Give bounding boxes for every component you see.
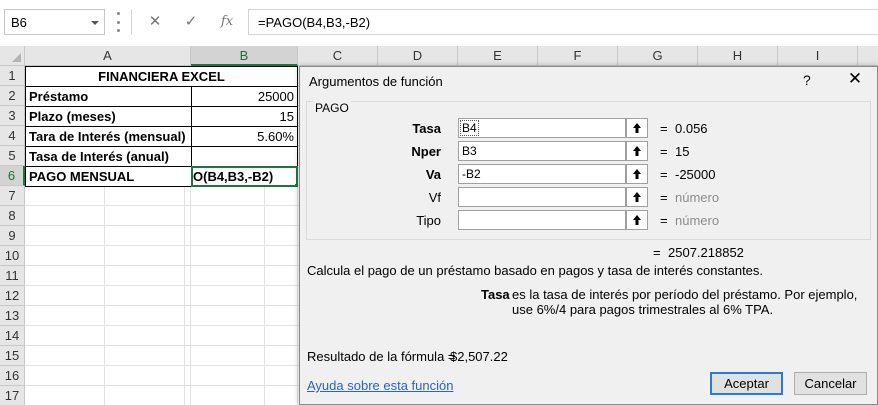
column-header-j[interactable] — [858, 46, 878, 66]
arg-label-tasa: Tasa — [412, 121, 441, 136]
row-header-2[interactable]: 2 — [0, 86, 25, 106]
arg-help-name: Tasa — [481, 287, 510, 302]
arg-result-tipo: número — [675, 213, 720, 228]
column-header-a[interactable]: A — [25, 46, 191, 66]
arguments-group: PAGO Tasa B4 = 0.056 Nper B3 = 15 Va -B2… — [306, 101, 871, 240]
value-cell-tasa-mensual[interactable]: 5.60% — [191, 126, 298, 147]
label-cell-pago-mensual[interactable]: PAGO MENSUAL — [25, 166, 192, 187]
arg-value-tasa: B4 — [460, 120, 479, 136]
column-header-e[interactable]: E — [458, 46, 538, 66]
row-header-9[interactable]: 9 — [0, 226, 25, 246]
collapse-dialog-icon[interactable] — [626, 210, 648, 230]
select-all-button[interactable] — [0, 46, 25, 66]
arg-input-tipo[interactable] — [458, 210, 626, 230]
collapse-dialog-icon[interactable] — [626, 164, 648, 184]
arg-label-nper: Nper — [411, 144, 441, 159]
row-header-17[interactable]: 17 — [0, 386, 25, 405]
chevron-down-icon[interactable] — [91, 21, 99, 25]
value-cell-prestamo[interactable]: 25000 — [191, 86, 298, 107]
cancel-button[interactable]: Cancelar — [794, 372, 867, 395]
row-header-5[interactable]: 5 — [0, 146, 25, 166]
row-header-7[interactable]: 7 — [0, 186, 25, 206]
arg-label-vf: Vf — [428, 190, 441, 205]
column-header-c[interactable]: C — [298, 46, 378, 66]
row-header-16[interactable]: 16 — [0, 366, 25, 386]
arg-label-va: Va — [425, 167, 441, 182]
help-link[interactable]: Ayuda sobre esta función — [307, 378, 453, 393]
arg-result-vf: número — [675, 190, 720, 205]
row-header-6[interactable]: 6 — [0, 166, 25, 186]
equals-sign: = — [660, 144, 668, 159]
formula-result-label: Resultado de la fórmula = — [307, 349, 456, 364]
equals-sign: = — [660, 213, 668, 228]
column-header-b[interactable]: B — [191, 46, 298, 66]
arg-result-va: -25000 — [675, 167, 716, 182]
arg-value-va: -B2 — [462, 167, 481, 181]
function-description: Calcula el pago de un préstamo basado en… — [307, 263, 764, 278]
function-result: 2507.218852 — [668, 245, 744, 260]
active-cell-b6[interactable]: O(B4,B3,-B2) — [191, 166, 298, 187]
row-header-4[interactable]: 4 — [0, 126, 25, 146]
column-header-f[interactable]: F — [538, 46, 618, 66]
active-cell-content: O(B4,B3,-B2) — [193, 169, 274, 184]
formula-text: =PAGO(B4,B3,-B2) — [258, 15, 371, 30]
title-cell[interactable]: FINANCIERA EXCEL — [25, 66, 298, 87]
value-cell-tasa-anual[interactable] — [191, 146, 298, 167]
ok-button[interactable]: Aceptar — [710, 372, 783, 395]
row-header-10[interactable]: 10 — [0, 246, 25, 266]
grip-icon[interactable] — [117, 12, 120, 32]
function-arguments-dialog: Argumentos de función ? ✕ PAGO Tasa B4 =… — [299, 66, 878, 405]
name-box[interactable]: B6 — [4, 9, 105, 35]
row-header-8[interactable]: 8 — [0, 206, 25, 226]
equals-sign: = — [660, 121, 668, 136]
arg-input-va[interactable]: -B2 — [458, 164, 626, 184]
arg-input-vf[interactable] — [458, 187, 626, 207]
fill-handle[interactable] — [294, 183, 296, 185]
label-cell-tasa-mensual[interactable]: Tara de Interés (mensual) — [25, 126, 192, 147]
row-header-12[interactable]: 12 — [0, 286, 25, 306]
label-cell-tasa-anual[interactable]: Tasa de Interés (anual) — [25, 146, 192, 167]
formula-bar: B6 ✕ ✓ fx =PAGO(B4,B3,-B2) — [0, 0, 878, 44]
collapse-dialog-icon[interactable] — [626, 187, 648, 207]
enter-check-icon[interactable]: ✓ — [180, 12, 202, 32]
column-header-i[interactable]: I — [778, 46, 858, 66]
arg-result-nper: 15 — [675, 144, 690, 159]
equals-sign: = — [660, 190, 668, 205]
name-box-value: B6 — [11, 15, 27, 30]
row-header-14[interactable]: 14 — [0, 326, 25, 346]
value-cell-plazo[interactable]: 15 — [191, 106, 298, 127]
arg-label-tipo: Tipo — [416, 213, 441, 228]
dialog-title: Argumentos de función — [309, 74, 443, 89]
formula-input[interactable]: =PAGO(B4,B3,-B2) — [248, 9, 878, 35]
arg-result-tasa: 0.056 — [675, 121, 708, 136]
row-header-1[interactable]: 1 — [0, 66, 25, 86]
row-header-11[interactable]: 11 — [0, 266, 25, 286]
help-icon[interactable]: ? — [803, 72, 811, 88]
equals-sign: = — [660, 167, 668, 182]
arg-input-tasa[interactable]: B4 — [458, 118, 626, 138]
cancel-entry-icon[interactable]: ✕ — [144, 12, 166, 32]
arg-value-nper: B3 — [462, 144, 477, 158]
function-name: PAGO — [313, 101, 351, 115]
row-header-3[interactable]: 3 — [0, 106, 25, 126]
equals-sign: = — [653, 245, 661, 260]
column-header-g[interactable]: G — [618, 46, 698, 66]
divider — [131, 9, 132, 35]
insert-function-icon[interactable]: fx — [216, 12, 238, 32]
row-header-15[interactable]: 15 — [0, 346, 25, 366]
label-cell-prestamo[interactable]: Préstamo — [25, 86, 192, 107]
collapse-dialog-icon[interactable] — [626, 118, 648, 138]
formula-result-value: $2,507.22 — [450, 349, 508, 364]
close-icon[interactable]: ✕ — [844, 69, 866, 89]
label-cell-plazo[interactable]: Plazo (meses) — [25, 106, 192, 127]
collapse-dialog-icon[interactable] — [626, 141, 648, 161]
column-header-h[interactable]: H — [698, 46, 778, 66]
row-header-13[interactable]: 13 — [0, 306, 25, 326]
column-header-d[interactable]: D — [378, 46, 458, 66]
arg-help-text: es la tasa de interés por período del pr… — [512, 287, 858, 317]
arg-input-nper[interactable]: B3 — [458, 141, 626, 161]
